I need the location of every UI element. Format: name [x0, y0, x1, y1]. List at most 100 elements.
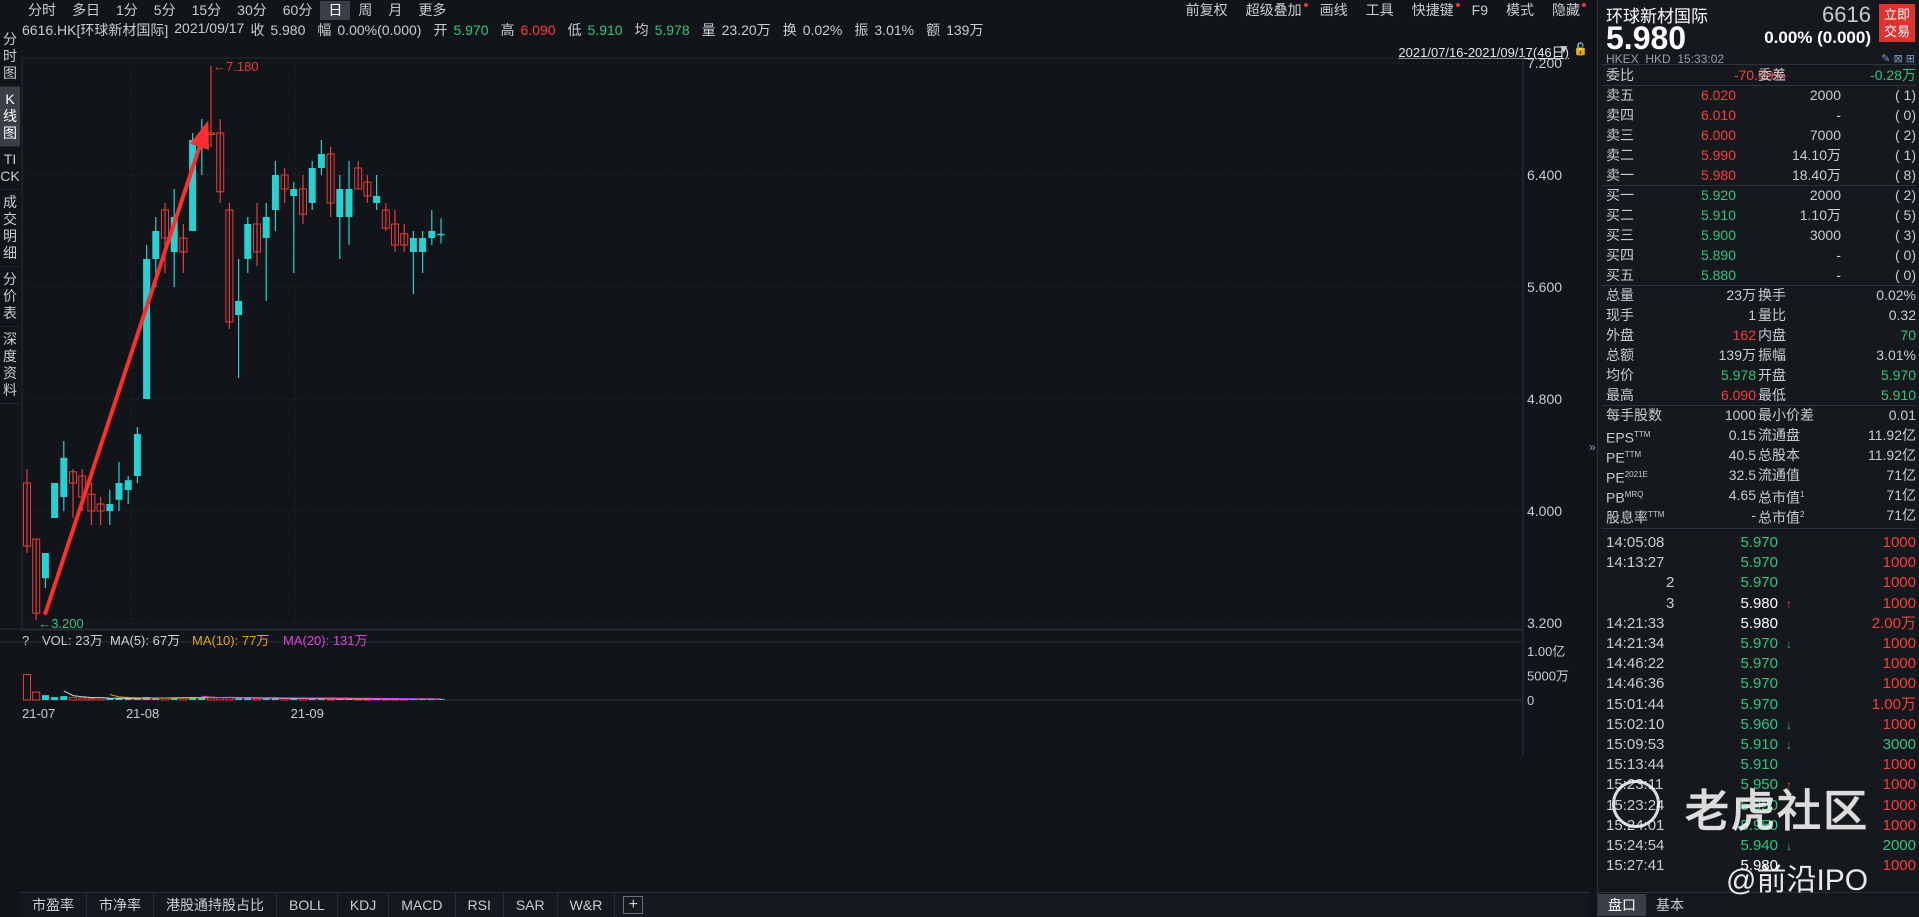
candle-body[interactable] [143, 259, 151, 399]
collapse-panel-icon[interactable]: » [1589, 440, 1597, 454]
tick-time: 14:46:36 [1606, 675, 1665, 693]
candle-body[interactable] [290, 189, 298, 196]
bid-label: 买一 [1606, 187, 1634, 203]
turnover-label: 换 [782, 22, 797, 38]
volume-bar [78, 697, 87, 701]
indicator-tab-2[interactable]: 港股通持股占比 [154, 893, 277, 917]
menu-item-0[interactable]: 前复权 [1177, 1, 1237, 20]
candle-body[interactable] [437, 233, 445, 236]
stat-value: 3.01% [1876, 347, 1916, 363]
candle-body[interactable] [106, 504, 114, 511]
x-tick-label: 21-07 [22, 706, 55, 721]
candle-body[interactable] [51, 483, 59, 518]
panel-tab-1[interactable]: 基本 [1646, 894, 1694, 916]
tick-arrow-icon: ↑ [1786, 596, 1792, 611]
period-tab-2[interactable]: 1分 [108, 1, 146, 20]
fund-label-text: PE [1606, 449, 1625, 466]
notify-dot-icon [1303, 2, 1308, 7]
period-tab-6[interactable]: 60分 [275, 1, 321, 20]
period-tab-4[interactable]: 15分 [184, 1, 230, 20]
bid-price: 5.880 [1700, 267, 1736, 283]
candle-body[interactable] [133, 434, 141, 476]
period-tab-10[interactable]: 更多 [410, 1, 454, 20]
period-tab-5[interactable]: 30分 [229, 1, 275, 20]
bid-volume: 2000 [1809, 187, 1841, 203]
tick-volume: 3000 [1882, 736, 1916, 753]
ask-count: ( 1) [1895, 147, 1916, 163]
stat-row: 最高 6.090 最低 5.910 [1606, 385, 1916, 405]
candle-body[interactable] [60, 457, 68, 497]
tick-volume: 1000 [1882, 715, 1916, 733]
avg-label: 均 [634, 22, 649, 38]
menu-item-6[interactable]: 模式 [1497, 1, 1543, 20]
fund-label-text: 股息率 [1606, 509, 1648, 526]
tick-volume: 2000 [1882, 837, 1916, 854]
ask-label: 卖二 [1606, 147, 1634, 163]
candle-body[interactable] [317, 154, 325, 168]
add-indicator-icon[interactable]: + [623, 896, 644, 914]
y-tick-label: 4.000 [1527, 503, 1562, 519]
fund-value: 0.15 [1728, 427, 1756, 443]
ask-count: ( 0) [1895, 107, 1916, 123]
ask-label: 卖四 [1606, 107, 1634, 123]
tick-volume: 1000 [1882, 574, 1916, 592]
change-value: 0.00%(0.000) [337, 22, 422, 38]
candle-body[interactable] [271, 175, 279, 210]
candle-body[interactable] [115, 483, 123, 500]
candle-body[interactable] [262, 217, 270, 238]
tick-price: 5.970 [1740, 534, 1778, 551]
candle-body[interactable] [124, 480, 132, 490]
menu-item-2[interactable]: 画线 [1311, 1, 1357, 20]
indicator-tab-4[interactable]: KDJ [338, 893, 390, 917]
panel-tab-0[interactable]: 盘口 [1598, 894, 1646, 916]
period-tab-8[interactable]: 周 [350, 1, 380, 20]
period-tab-7[interactable]: 日 [320, 0, 351, 20]
period-tab-3[interactable]: 5分 [146, 1, 184, 20]
bid-row: 买二 5.910 1.10万 ( 5) [1606, 205, 1916, 225]
trade-now-button[interactable]: 立即 交易 [1879, 4, 1915, 42]
indicator-tab-8[interactable]: W&R [558, 893, 616, 917]
indicator-tab-5[interactable]: MACD [389, 893, 456, 917]
menu-item-5[interactable]: F9 [1463, 1, 1497, 20]
bid-label: 买二 [1606, 207, 1634, 223]
menu-item-label: 画线 [1319, 1, 1348, 18]
indicator-tab-1[interactable]: 市净率 [87, 893, 154, 917]
fund-label: 每手股数 [1606, 405, 1662, 425]
menu-item-7[interactable]: 隐藏 [1543, 1, 1589, 20]
bid-count: ( 5) [1895, 207, 1916, 223]
kline-chart[interactable]: 7.2006.4005.6004.8004.0003.200←7.180←3.2… [0, 55, 1597, 892]
menu-item-label: 超级叠加 [1245, 1, 1302, 18]
candle-body[interactable] [373, 196, 381, 203]
period-tab-0[interactable]: 分时 [20, 1, 64, 20]
fund-label-text: PB [1606, 489, 1625, 506]
candle-body[interactable] [41, 553, 49, 579]
indicator-tab-0[interactable]: 市盈率 [20, 893, 87, 917]
lock-icon[interactable]: 🔓 [1573, 42, 1588, 56]
candle-body[interactable] [244, 224, 252, 259]
menu-item-4[interactable]: 快捷键 [1403, 1, 1463, 20]
trend-arrow-line[interactable] [43, 124, 209, 616]
candle-body[interactable] [409, 238, 417, 252]
period-tab-1[interactable]: 多日 [64, 1, 108, 20]
indicator-tab-7[interactable]: SAR [504, 893, 558, 917]
period-tab-9[interactable]: 月 [380, 1, 410, 20]
menu-item-3[interactable]: 工具 [1357, 1, 1403, 20]
bid-volume: - [1836, 267, 1841, 283]
bid-label: 买三 [1606, 227, 1634, 243]
candle-body[interactable] [235, 301, 243, 315]
indicator-tab-3[interactable]: BOLL [277, 893, 338, 917]
candle-body[interactable] [336, 189, 344, 217]
volume-bar [60, 696, 68, 700]
candle-body[interactable] [152, 231, 160, 259]
indicator-tab-6[interactable]: RSI [456, 893, 504, 917]
fund-value2: 0.01 [1888, 407, 1916, 423]
dropdown-triangle-icon[interactable]: ▼ [1558, 42, 1570, 56]
menu-item-1[interactable]: 超级叠加 [1237, 1, 1311, 20]
candle-body[interactable] [345, 189, 353, 217]
candle-body[interactable] [428, 231, 436, 238]
candle-body[interactable] [189, 140, 197, 231]
tick-row: 14:46:22 5.970 1000 [1606, 654, 1916, 674]
stat-value: 6.090 [1720, 387, 1756, 403]
candle-body[interactable] [308, 168, 316, 203]
candle-body[interactable] [419, 238, 427, 252]
